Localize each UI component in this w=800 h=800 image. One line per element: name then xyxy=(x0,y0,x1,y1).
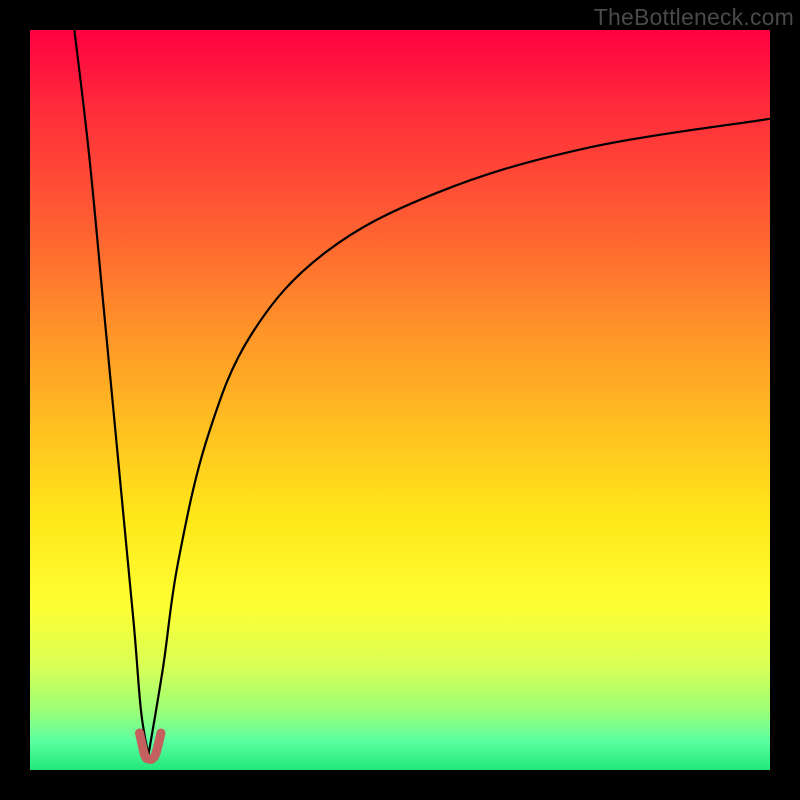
series-left-branch xyxy=(74,30,148,755)
chart-frame: TheBottleneck.com xyxy=(0,0,800,800)
series-right-branch xyxy=(148,119,770,755)
plot-area xyxy=(30,30,770,770)
curve-layer xyxy=(30,30,770,770)
watermark-text: TheBottleneck.com xyxy=(594,4,794,31)
